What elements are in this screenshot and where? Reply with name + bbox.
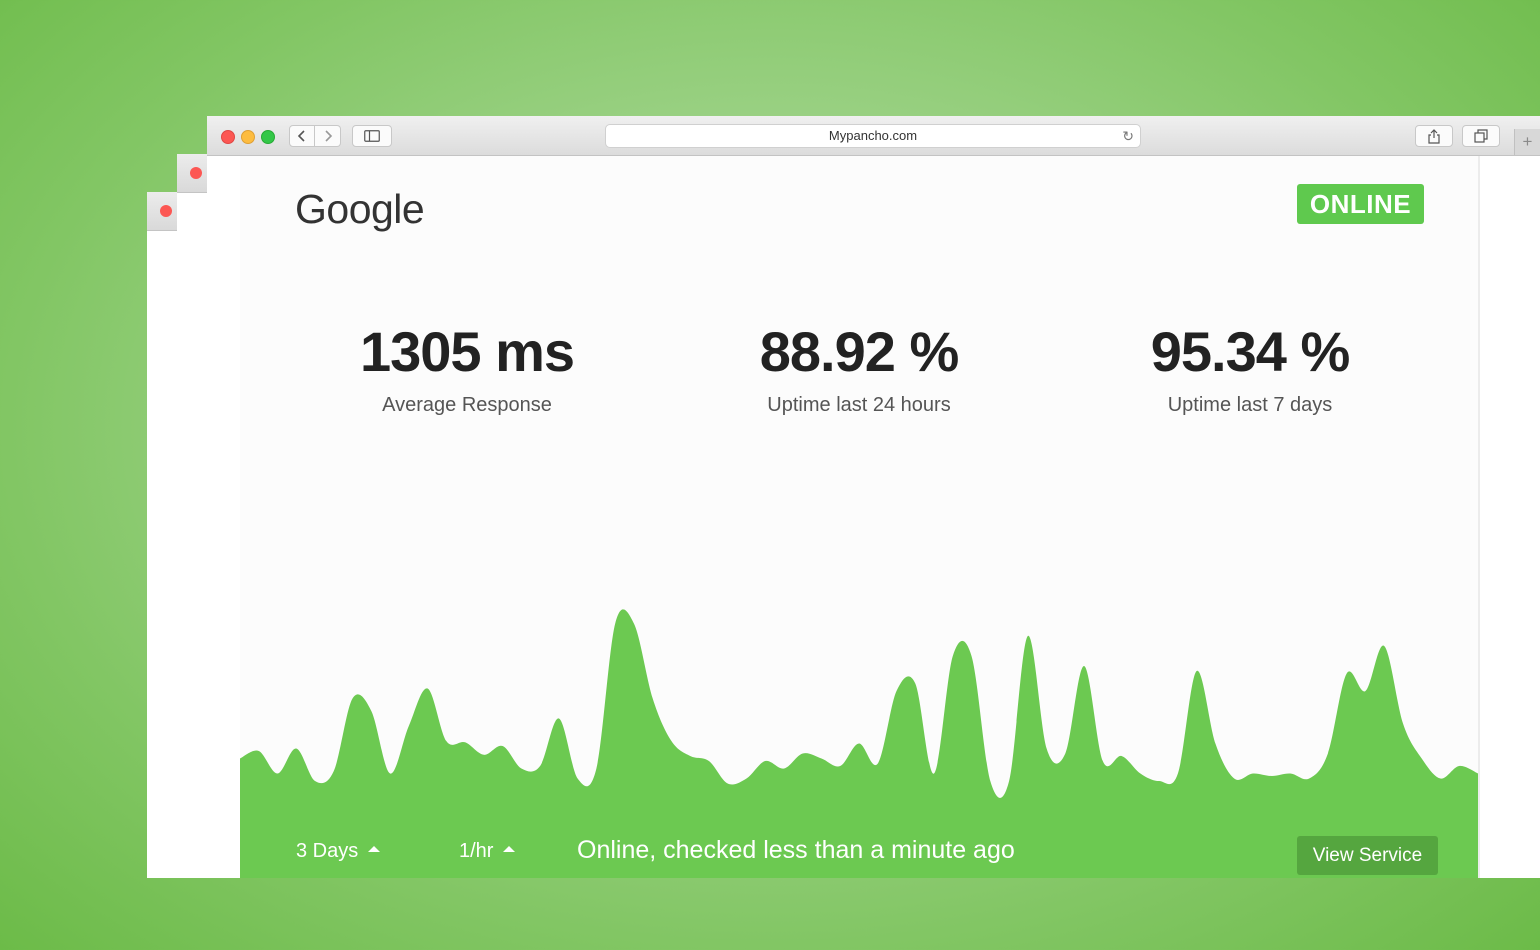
maximize-window-button[interactable] bbox=[261, 130, 275, 144]
stat-label: Uptime last 7 days bbox=[1167, 394, 1333, 416]
plus-icon: + bbox=[1522, 132, 1533, 151]
minimize-window-button[interactable] bbox=[241, 130, 255, 144]
stat-value: 95.34 % bbox=[1150, 320, 1351, 383]
reload-icon[interactable]: ↻ bbox=[1122, 125, 1134, 147]
check-interval-dropdown[interactable]: 1/hr bbox=[459, 840, 516, 863]
stat-label: Uptime last 24 hours bbox=[767, 394, 951, 416]
share-button[interactable] bbox=[1415, 125, 1453, 147]
close-icon[interactable] bbox=[160, 205, 172, 217]
navigation-buttons bbox=[289, 125, 341, 147]
sidebar-icon bbox=[364, 130, 380, 142]
sidebar-toggle-button[interactable] bbox=[352, 125, 392, 147]
caret-up-icon bbox=[368, 845, 381, 852]
caret-up-icon bbox=[503, 845, 516, 852]
chevron-right-icon bbox=[324, 130, 332, 142]
browser-window: Mypancho.com ↻ + Google ONLINE 1305 ms A… bbox=[207, 116, 1540, 878]
time-range-dropdown[interactable]: 3 Days bbox=[296, 840, 381, 863]
browser-toolbar: Mypancho.com ↻ + bbox=[207, 116, 1540, 156]
stat-value: 88.92 % bbox=[759, 320, 960, 383]
chart-footer: 3 Days 1/hr Online, checked less than a … bbox=[240, 786, 1478, 878]
status-message: Online, checked less than a minute ago bbox=[577, 836, 1015, 864]
address-bar[interactable]: Mypancho.com ↻ bbox=[605, 124, 1141, 148]
close-window-button[interactable] bbox=[221, 130, 235, 144]
service-name: Google bbox=[295, 186, 425, 232]
time-range-label: 3 Days bbox=[296, 840, 359, 862]
stat-average-response: 1305 ms Average Response bbox=[297, 320, 637, 417]
new-tab-button[interactable]: + bbox=[1514, 129, 1540, 155]
back-button[interactable] bbox=[289, 125, 315, 147]
interval-label: 1/hr bbox=[459, 840, 494, 862]
share-icon bbox=[1428, 128, 1440, 144]
tabs-overview-button[interactable] bbox=[1462, 125, 1500, 147]
forward-button[interactable] bbox=[315, 125, 341, 147]
stat-value: 1305 ms bbox=[359, 320, 575, 383]
url-text: Mypancho.com bbox=[828, 128, 918, 143]
page-edge bbox=[1478, 156, 1480, 878]
stat-uptime-7d: 95.34 % Uptime last 7 days bbox=[1080, 320, 1420, 417]
close-icon[interactable] bbox=[190, 167, 202, 179]
status-page: Google ONLINE 1305 ms Average Response 8… bbox=[240, 156, 1478, 878]
status-badge: ONLINE bbox=[1297, 184, 1424, 224]
response-time-chart bbox=[240, 609, 1478, 878]
stat-label: Average Response bbox=[382, 394, 552, 416]
stat-uptime-24h: 88.92 % Uptime last 24 hours bbox=[689, 320, 1029, 417]
tabs-icon bbox=[1474, 129, 1488, 143]
chevron-left-icon bbox=[297, 130, 305, 142]
view-service-button[interactable]: View Service bbox=[1297, 836, 1438, 875]
